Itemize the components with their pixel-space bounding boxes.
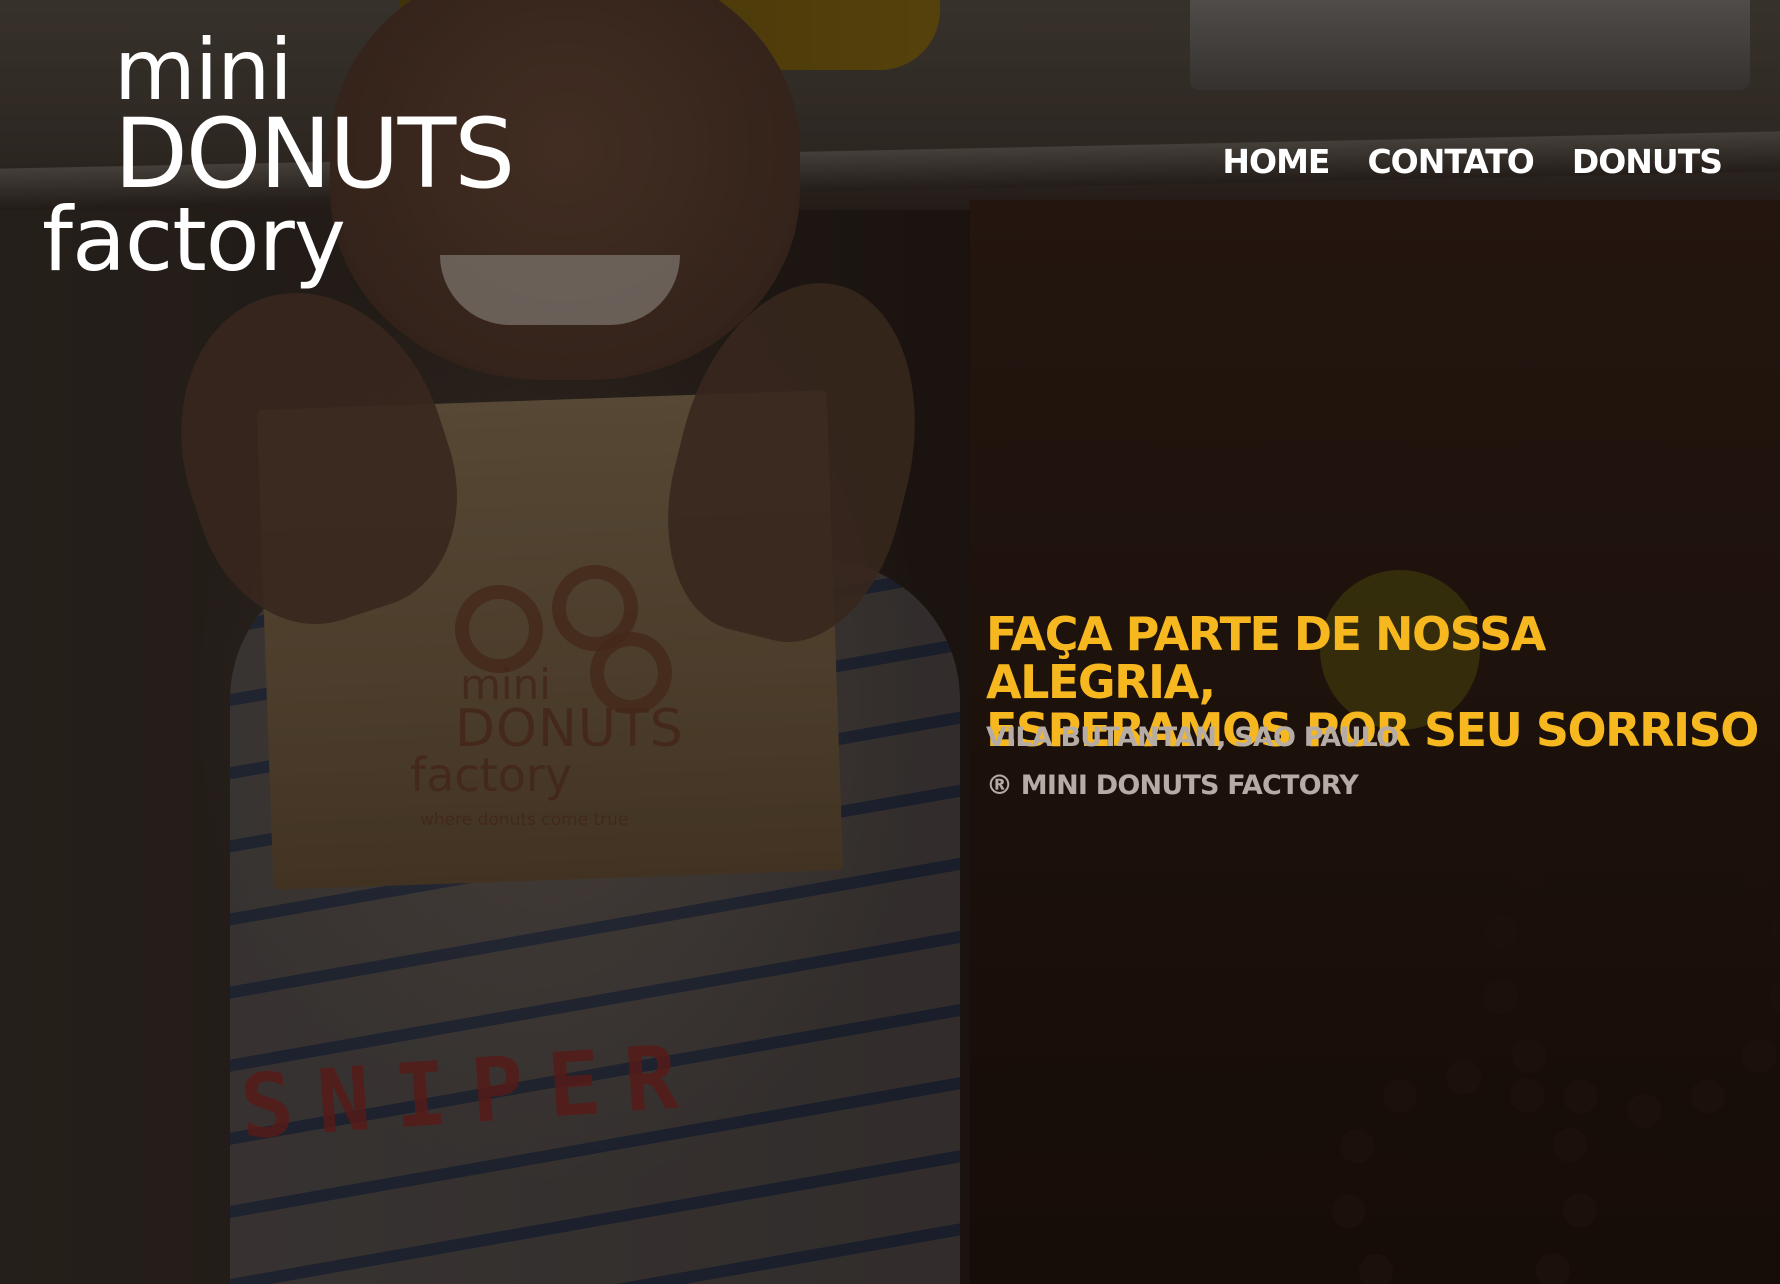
nav-contato[interactable]: CONTATO bbox=[1367, 142, 1534, 181]
nav-home[interactable]: HOME bbox=[1222, 142, 1330, 181]
main-nav: HOME CONTATO DONUTS bbox=[1222, 142, 1723, 181]
hero-copyright: ® MINI DONUTS FACTORY bbox=[986, 770, 1359, 801]
nav-donuts[interactable]: DONUTS bbox=[1572, 142, 1723, 181]
site-logo[interactable]: mini DONUTS factory bbox=[42, 28, 515, 284]
hero-location: VILA BUTANTAN, SAO PAULO bbox=[986, 722, 1399, 753]
hero-headline-line1: FAÇA PARTE DE NOSSA ALEGRIA, bbox=[986, 607, 1546, 709]
